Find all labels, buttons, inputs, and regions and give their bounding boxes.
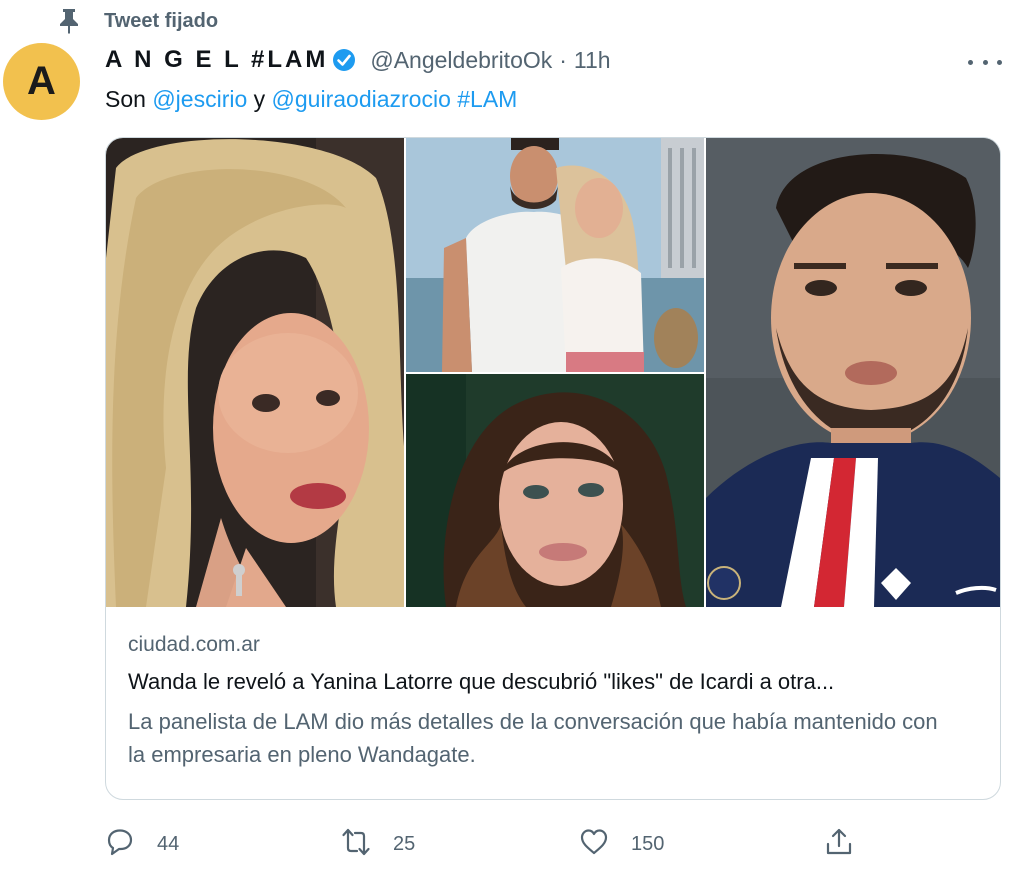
tweet-text-prefix: Son — [105, 86, 153, 112]
retweet-icon — [341, 827, 371, 862]
user-handle[interactable]: @AngeldebritoOk — [370, 47, 552, 74]
pinned-indicator: Tweet fijado — [58, 6, 218, 36]
tweet-text-middle: y — [247, 86, 272, 112]
photo-woman-brunette — [406, 374, 704, 607]
mention-guiraodiazrocio[interactable]: @guiraodiazrocio — [272, 86, 451, 112]
display-name[interactable]: A N G E L #LAM — [105, 46, 328, 74]
card-description: La panelista de LAM dio más detalles de … — [128, 709, 938, 767]
pinned-tweet[interactable]: Tweet fijado A A N G E L #LAM @Angeldebr… — [0, 0, 1023, 874]
card-image — [106, 138, 1000, 607]
share-icon — [824, 827, 854, 862]
retweet-button[interactable]: 25 — [341, 822, 415, 866]
reply-button[interactable]: 44 — [105, 822, 179, 866]
tweet-header: A N G E L #LAM @AngeldebritoOk · 11h — [105, 44, 611, 76]
like-button[interactable]: 150 — [579, 822, 664, 866]
tweet-text: Son @jescirio y @guiraodiazrocio #LAM — [105, 86, 517, 113]
card-text: ciudad.com.ar Wanda le reveló a Yanina L… — [128, 633, 988, 771]
retweet-count: 25 — [393, 832, 416, 855]
more-options-icon[interactable] — [968, 50, 1002, 74]
separator-dot: · — [559, 46, 567, 73]
photo-footballer — [706, 138, 1000, 607]
reply-icon — [105, 827, 135, 862]
heart-icon — [579, 827, 609, 862]
mention-jescirio[interactable]: @jescirio — [152, 86, 247, 112]
card-title[interactable]: Wanda le reveló a Yanina Latorre que des… — [128, 669, 988, 695]
card-domain: ciudad.com.ar — [128, 633, 260, 656]
pinned-label: Tweet fijado — [104, 10, 219, 32]
verified-badge-icon — [332, 48, 356, 72]
like-count: 150 — [631, 832, 665, 855]
pin-icon — [58, 8, 80, 34]
timestamp[interactable]: 11h — [574, 47, 611, 74]
link-card[interactable]: ciudad.com.ar Wanda le reveló a Yanina L… — [105, 137, 1001, 800]
reply-count: 44 — [157, 832, 180, 855]
photo-woman-blonde — [106, 138, 404, 607]
hashtag-lam[interactable]: #LAM — [457, 86, 517, 112]
tweet-actions: 44 25 150 — [105, 822, 865, 866]
share-button[interactable] — [824, 822, 854, 866]
photo-couple-beach — [406, 138, 704, 372]
avatar[interactable]: A — [3, 43, 80, 120]
